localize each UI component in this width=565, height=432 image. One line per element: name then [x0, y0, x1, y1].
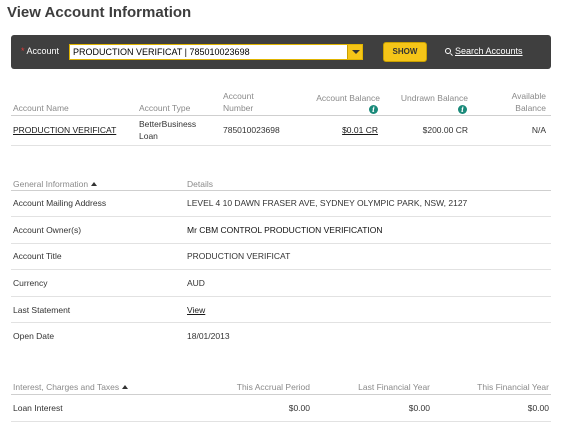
- interest-header[interactable]: Interest, Charges and Taxes: [13, 382, 129, 393]
- col-available-line1: Available: [511, 91, 546, 101]
- col-account-number-line2: Number: [223, 103, 254, 113]
- details-header: Details: [187, 179, 213, 189]
- col-last-financial-year: Last Financial Year: [358, 382, 430, 392]
- col-account-type: Account Type: [139, 103, 191, 113]
- account-select[interactable]: PRODUCTION VERIFICAT | 785010023698: [69, 44, 363, 60]
- sort-up-icon[interactable]: [91, 182, 98, 186]
- currency-value: AUD: [187, 278, 205, 288]
- search-accounts-link[interactable]: Search Accounts: [445, 46, 523, 56]
- show-button[interactable]: SHOW: [383, 42, 427, 62]
- divider: [11, 115, 551, 116]
- divider: [11, 394, 551, 395]
- divider: [11, 269, 551, 270]
- interest-row-label: Loan Interest: [13, 403, 63, 413]
- divider: [11, 243, 551, 244]
- divider: [11, 421, 551, 422]
- page-title: View Account Information: [7, 4, 192, 21]
- account-owner-value: Mr CBM CONTROL PRODUCTION VERIFICATION: [187, 225, 383, 235]
- account-type-line2: Loan: [139, 131, 158, 141]
- account-title-value: PRODUCTION VERIFICAT: [187, 251, 291, 261]
- divider: [11, 322, 551, 323]
- general-row-label: Account Mailing Address: [13, 198, 107, 208]
- general-row-label: Account Title: [13, 251, 62, 261]
- required-marker: *: [21, 46, 25, 56]
- mailing-address-value: LEVEL 4 10 DAWN FRASER AVE, SYDNEY OLYMP…: [187, 198, 468, 208]
- col-undrawn-balance: Undrawn Balance: [400, 93, 468, 103]
- available-balance: N/A: [531, 125, 546, 135]
- col-available-line2: Balance: [515, 103, 546, 113]
- last-statement-view-link[interactable]: View: [187, 305, 205, 316]
- account-label: * Account: [21, 46, 59, 56]
- divider: [11, 296, 551, 297]
- open-date-value: 18/01/2013: [187, 331, 230, 341]
- interest-this-accrual: $0.00: [288, 403, 310, 413]
- interest-this-fy: $0.00: [527, 403, 549, 413]
- general-info-label[interactable]: General Information: [13, 179, 88, 189]
- account-type-line1: BetterBusiness: [139, 119, 197, 129]
- account-name-link[interactable]: PRODUCTION VERIFICAT: [13, 125, 116, 136]
- general-row-label: Open Date: [13, 331, 55, 341]
- info-icon[interactable]: i: [458, 105, 467, 114]
- sort-up-icon[interactable]: [122, 385, 129, 389]
- divider: [11, 145, 551, 146]
- undrawn-balance: $200.00 CR: [422, 125, 468, 135]
- chevron-down-icon[interactable]: [347, 45, 362, 59]
- col-account-number-line1: Account: [223, 91, 254, 101]
- account-balance-link[interactable]: $0.01 CR: [310, 125, 378, 136]
- interest-header-label[interactable]: Interest, Charges and Taxes: [13, 382, 119, 392]
- info-icon[interactable]: i: [369, 105, 378, 114]
- general-info-header[interactable]: General Information: [13, 179, 98, 190]
- general-row-label: Account Owner(s): [13, 225, 82, 235]
- col-this-financial-year: This Financial Year: [477, 382, 549, 392]
- col-account-balance: Account Balance: [316, 93, 380, 103]
- divider: [11, 216, 551, 217]
- divider: [11, 190, 551, 191]
- search-icon: [445, 48, 451, 54]
- col-account-name: Account Name: [13, 103, 69, 113]
- search-accounts-label[interactable]: Search Accounts: [455, 46, 523, 56]
- col-this-accrual-period: This Accrual Period: [236, 382, 310, 392]
- account-select-value: PRODUCTION VERIFICAT | 785010023698: [73, 47, 250, 57]
- interest-last-fy: $0.00: [408, 403, 430, 413]
- general-row-label: Last Statement: [13, 305, 71, 315]
- account-label-text: Account: [26, 46, 60, 56]
- account-number: 785010023698: [223, 125, 280, 135]
- account-selector-bar: * Account PRODUCTION VERIFICAT | 78501002…: [11, 35, 551, 69]
- general-row-label: Currency: [13, 278, 48, 288]
